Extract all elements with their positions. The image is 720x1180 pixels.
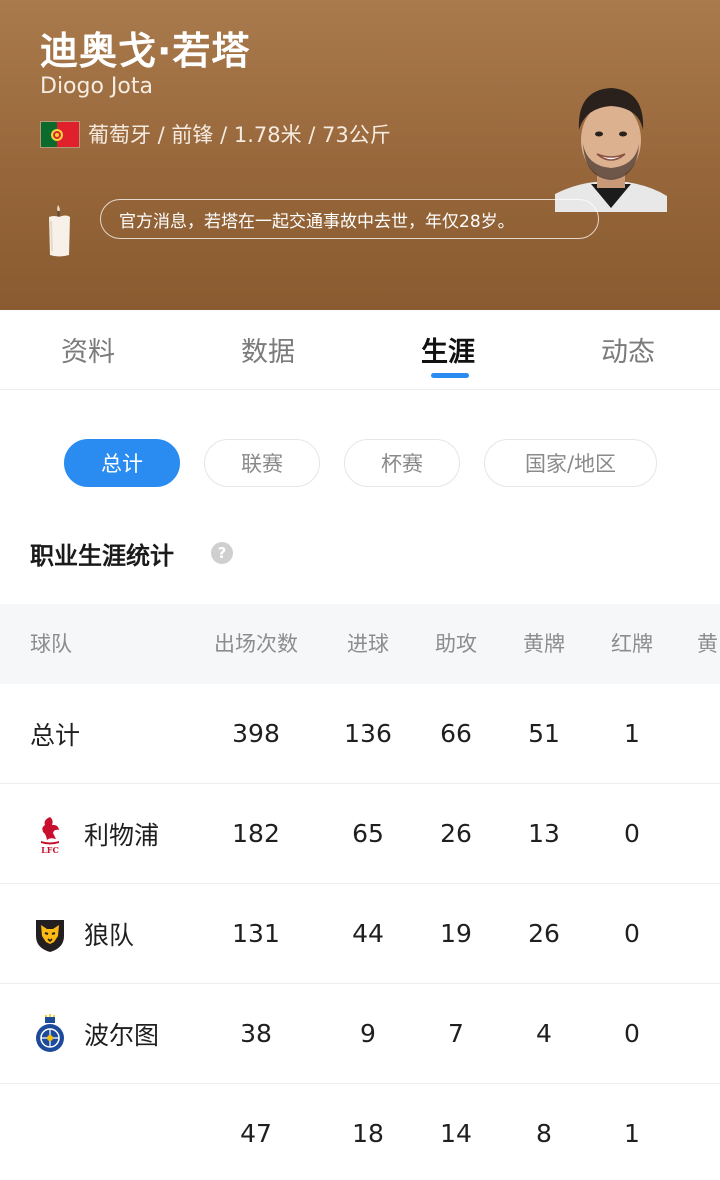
goals-cell: 9 bbox=[360, 1019, 376, 1048]
table-row[interactable]: LFC 利物浦 182 65 26 13 0 bbox=[0, 784, 720, 884]
red-cards-cell: 0 bbox=[624, 919, 640, 948]
porto-logo-icon bbox=[30, 1014, 70, 1054]
red-cards-cell: 1 bbox=[624, 1119, 640, 1148]
table-row[interactable]: 总计 398 136 66 51 1 bbox=[0, 684, 720, 784]
candle-icon bbox=[44, 203, 74, 259]
liverpool-logo-icon: LFC bbox=[30, 814, 70, 854]
team-name: 波尔图 bbox=[84, 1021, 160, 1050]
table-header: 球队 出场次数 进球 助攻 黄牌 红牌 黄 bbox=[0, 604, 720, 684]
section-title: 职业生涯统计 bbox=[30, 542, 174, 570]
table-row[interactable]: 狼队 131 44 19 26 0 bbox=[0, 884, 720, 984]
team-cell: 狼队 bbox=[30, 884, 134, 984]
red-cards-cell: 0 bbox=[624, 819, 640, 848]
team-name: 狼队 bbox=[84, 921, 135, 950]
column-header-assists[interactable]: 助攻 bbox=[420, 604, 492, 684]
appearances-cell: 182 bbox=[232, 819, 280, 848]
player-name-cn: 迪奥戈·若塔 bbox=[40, 29, 251, 73]
appearances-cell: 38 bbox=[240, 1019, 272, 1048]
team-cell: 总计 bbox=[30, 684, 80, 784]
assists-cell: 7 bbox=[448, 1019, 464, 1048]
column-header-yellow-cards[interactable]: 黄牌 bbox=[508, 604, 580, 684]
yellow-cards-cell: 8 bbox=[536, 1119, 552, 1148]
filter-league-chip[interactable]: 联赛 bbox=[204, 439, 320, 487]
yellow-cards-cell: 13 bbox=[528, 819, 560, 848]
goals-cell: 136 bbox=[344, 719, 392, 748]
svg-text:LFC: LFC bbox=[41, 845, 59, 854]
assists-cell: 19 bbox=[440, 919, 472, 948]
player-photo bbox=[555, 82, 667, 212]
tab-stats[interactable]: 数据 bbox=[241, 330, 295, 369]
yellow-cards-cell: 4 bbox=[536, 1019, 552, 1048]
tab-news[interactable]: 动态 bbox=[601, 330, 655, 369]
table-row[interactable]: 波尔图 38 9 7 4 0 bbox=[0, 984, 720, 1084]
assists-cell: 14 bbox=[440, 1119, 472, 1148]
appearances-cell: 131 bbox=[232, 919, 280, 948]
tab-bar: 资料 数据 生涯 动态 bbox=[0, 310, 720, 390]
team-name: 总计 bbox=[30, 721, 81, 750]
filter-total-chip[interactable]: 总计 bbox=[64, 439, 180, 487]
appearances-cell: 47 bbox=[240, 1119, 272, 1148]
goals-cell: 18 bbox=[352, 1119, 384, 1148]
column-header-team: 球队 bbox=[30, 632, 72, 656]
player-header: 迪奥戈·若塔 Diogo Jota 葡萄牙 / 前锋 / 1.78米 / 73公… bbox=[0, 0, 720, 310]
team-name: 利物浦 bbox=[84, 821, 160, 850]
tab-profile[interactable]: 资料 bbox=[61, 330, 115, 369]
appearances-cell: 398 bbox=[232, 719, 280, 748]
portugal-flag-icon bbox=[40, 120, 80, 148]
column-header-appearances[interactable]: 出场次数 bbox=[208, 604, 304, 684]
column-header-more[interactable]: 黄 bbox=[697, 604, 718, 684]
column-header-red-cards[interactable]: 红牌 bbox=[596, 604, 668, 684]
player-info: 葡萄牙 / 前锋 / 1.78米 / 73公斤 bbox=[88, 123, 391, 147]
news-banner[interactable]: 官方消息，若塔在一起交通事故中去世，年仅28岁。 bbox=[100, 199, 599, 239]
team-cell: LFC 利物浦 bbox=[30, 784, 159, 884]
yellow-cards-cell: 26 bbox=[528, 919, 560, 948]
player-name-en: Diogo Jota bbox=[40, 74, 153, 99]
column-header-goals[interactable]: 进球 bbox=[332, 604, 404, 684]
player-info-row: 葡萄牙 / 前锋 / 1.78米 / 73公斤 bbox=[40, 118, 391, 150]
assists-cell: 66 bbox=[440, 719, 472, 748]
filter-cup-chip[interactable]: 杯赛 bbox=[344, 439, 460, 487]
wolves-logo-icon bbox=[30, 914, 70, 954]
team-cell: 波尔图 bbox=[30, 984, 159, 1084]
help-icon[interactable]: ? bbox=[211, 542, 233, 564]
yellow-cards-cell: 51 bbox=[528, 719, 560, 748]
goals-cell: 65 bbox=[352, 819, 384, 848]
scroll-fade-overlay bbox=[0, 1084, 220, 1180]
tab-career[interactable]: 生涯 bbox=[421, 330, 475, 369]
red-cards-cell: 0 bbox=[624, 1019, 640, 1048]
goals-cell: 44 bbox=[352, 919, 384, 948]
active-tab-indicator bbox=[431, 373, 469, 378]
filter-national-chip[interactable]: 国家/地区 bbox=[484, 439, 657, 487]
assists-cell: 26 bbox=[440, 819, 472, 848]
red-cards-cell: 1 bbox=[624, 719, 640, 748]
